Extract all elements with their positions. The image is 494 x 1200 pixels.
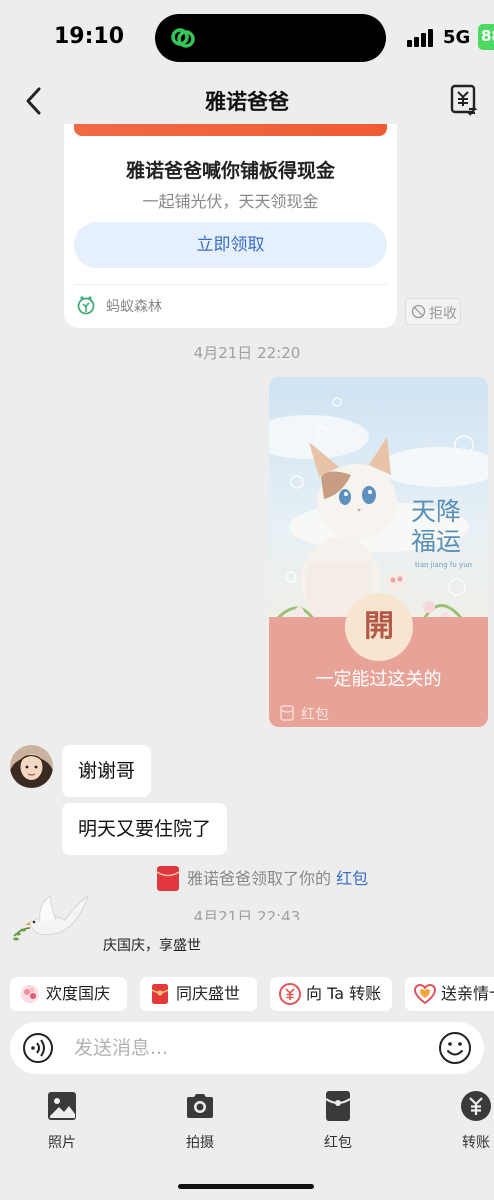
dove-icon <box>13 895 89 941</box>
message-input-bar <box>10 1022 484 1074</box>
chip-celebrate-national-day[interactable]: 欢度国庆 <box>10 977 127 1011</box>
transfer-icon <box>461 1091 491 1121</box>
chip-label: 送亲情卡 <box>441 984 494 1003</box>
reject-button[interactable]: 拒收 <box>405 298 461 325</box>
chip-label: 欢度国庆 <box>46 984 111 1003</box>
camera-icon <box>187 1094 213 1118</box>
red-packet-button[interactable]: 红包 <box>308 1090 368 1152</box>
promo-subtitle: 一起铺光伏，天天领现金 <box>142 192 319 211</box>
voice-icon[interactable] <box>22 1032 54 1064</box>
chip-label: 向 Ta 转账 <box>306 984 382 1003</box>
camera-button[interactable]: 拍摄 <box>170 1090 230 1152</box>
action-label: 转账 <box>462 1135 490 1151</box>
timestamp: 4月21日 22:20 <box>193 344 301 362</box>
promo-title: 雅诺爸爸喊你铺板得现金 <box>125 160 335 182</box>
sticker-line: 天降 <box>411 497 462 526</box>
action-label: 照片 <box>48 1135 76 1151</box>
red-packet-card[interactable]: 天降 福运 tian jiang fu yun 開 一定能过这关的 红包 <box>269 377 488 727</box>
link-icon <box>171 28 195 48</box>
chip-celebrate-together[interactable]: 同庆盛世 <box>140 977 257 1011</box>
red-packet-sticker-text: 天降 福运 <box>411 497 461 557</box>
emoji-icon[interactable] <box>438 1031 472 1065</box>
red-envelope-icon <box>157 866 179 891</box>
status-time: 19:10 <box>54 24 125 49</box>
red-packet-link[interactable]: 红包 <box>336 869 368 888</box>
avatar[interactable] <box>10 745 53 788</box>
network-label: 5G <box>443 27 471 48</box>
reject-label: 拒收 <box>429 306 457 322</box>
signal-icon <box>407 29 435 47</box>
transfer-icon <box>279 983 301 1005</box>
chip-transfer-to-ta[interactable]: 向 Ta 转账 <box>270 977 392 1011</box>
chip-send-family-card[interactable]: 送亲情卡 <box>405 977 494 1011</box>
battery-icon: 88 <box>478 24 494 50</box>
red-packet-received-notice: 雅诺爸爸领取了你的 红包 <box>157 866 368 892</box>
dynamic-island <box>155 14 386 62</box>
chat-title: 雅诺爸爸 <box>205 90 289 114</box>
ant-forest-icon <box>77 296 95 315</box>
promo-card-banner <box>74 124 387 136</box>
action-label: 拍摄 <box>186 1135 214 1151</box>
claim-button[interactable]: 立即领取 <box>74 222 387 268</box>
photo-icon <box>48 1092 76 1120</box>
red-packet-sticker-subtext: tian jiang fu yun <box>415 561 473 569</box>
red-packet-icon <box>280 705 294 721</box>
message-bubble[interactable]: 明天又要住院了 <box>62 803 228 855</box>
status-bar: 19:10 5G 88 <box>0 0 494 78</box>
divider <box>74 284 387 285</box>
action-label: 红包 <box>324 1135 352 1151</box>
message-bubble[interactable]: 谢谢哥 <box>62 745 152 797</box>
battery-level: 88 <box>481 27 494 45</box>
red-envelope-icon <box>151 984 169 1004</box>
message-input[interactable] <box>74 1031 414 1065</box>
promo-card[interactable]: 雅诺爸爸喊你铺板得现金 一起铺光伏，天天领现金 立即领取 蚂蚁森林 <box>64 124 397 328</box>
bill-icon[interactable] <box>449 83 479 117</box>
photo-button[interactable]: 照片 <box>32 1090 92 1152</box>
festival-caption: 庆国庆，享盛世 <box>103 938 201 954</box>
home-indicator <box>178 1184 314 1189</box>
system-notice-text: 雅诺爸爸领取了你的 <box>187 869 337 888</box>
block-icon <box>411 304 426 319</box>
promo-source-label: 蚂蚁森林 <box>106 299 162 315</box>
red-packet-message: 一定能过这关的 <box>315 669 442 690</box>
chip-label: 同庆盛世 <box>176 984 241 1003</box>
avatar-image <box>10 745 53 788</box>
quick-action-chips: 欢度国庆 同庆盛世 向 Ta 转账 送亲情卡 <box>0 977 494 1011</box>
transfer-button[interactable]: 转账 <box>446 1090 494 1152</box>
open-red-packet-button[interactable]: 開 <box>345 593 413 661</box>
nav-bar: 雅诺爸爸 <box>0 78 494 124</box>
red-packet-icon <box>325 1091 351 1121</box>
sticker-line: 福运 <box>411 527 462 556</box>
heart-card-icon <box>413 983 437 1005</box>
red-packet-type-label: 红包 <box>301 707 329 723</box>
lantern-icon <box>21 985 39 1003</box>
